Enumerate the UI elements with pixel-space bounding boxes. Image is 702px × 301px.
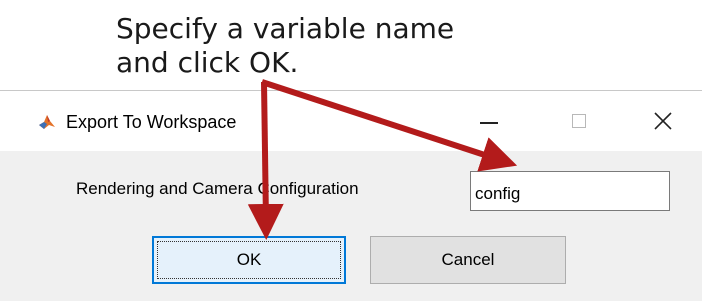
instruction-callout: Specify a variable name and click OK. [116,12,455,79]
dialog-title: Export To Workspace [66,112,237,132]
minimize-button[interactable] [466,101,512,141]
title-bar[interactable]: Export To Workspace [0,91,702,151]
matlab-icon [38,113,56,131]
maximize-button[interactable] [556,101,602,141]
screenshot-stage: Specify a variable name and click OK. Ex… [0,0,702,301]
cancel-button-label: Cancel [441,250,495,269]
maximize-icon [572,114,586,128]
close-icon [654,112,672,130]
variable-name-label: Rendering and Camera Configuration [76,179,359,198]
minimize-icon [480,122,498,124]
ok-button[interactable]: OK [152,236,346,284]
variable-name-input[interactable] [470,171,670,211]
export-dialog: Export To Workspace Rendering and Camera… [0,90,702,301]
ok-button-label: OK [236,250,262,269]
close-button[interactable] [640,101,686,141]
cancel-button[interactable]: Cancel [370,236,566,284]
